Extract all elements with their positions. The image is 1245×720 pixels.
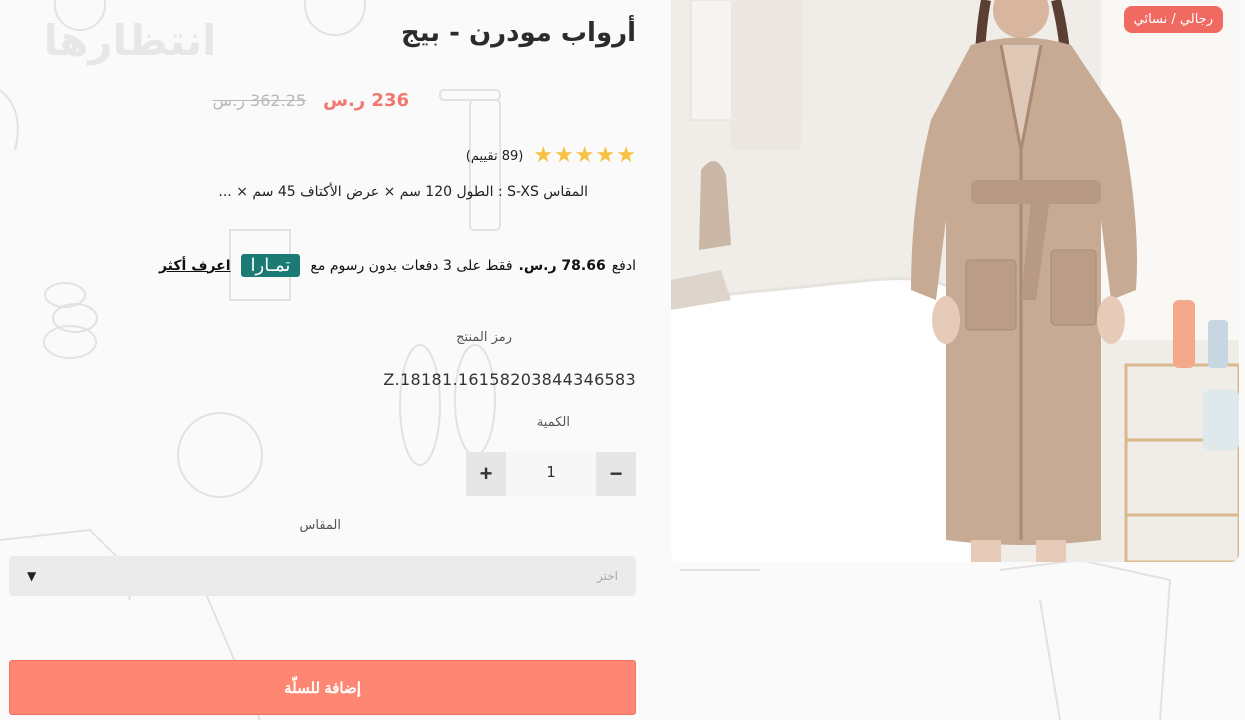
price-block: 236 ر.س 362.25 ر.س [213, 90, 409, 111]
learn-more-link[interactable]: اعرف أكثر [159, 258, 231, 274]
add-to-cart-button[interactable]: إضافة للسلّة [9, 660, 636, 715]
product-title: أرواب مودرن - بيج [400, 18, 636, 48]
rating[interactable]: ★ ★ ★ ★ ★ (89 تقييم) [466, 145, 636, 167]
quantity-input[interactable]: 1 [506, 452, 596, 496]
tamara-amount: 78.66 ر.س. [518, 257, 606, 274]
category-breadcrumb[interactable]: رجالي / نسائي [1123, 6, 1223, 33]
sku-value: Z.18181.16158203844346583 [383, 370, 636, 389]
current-price: 236 ر.س [323, 90, 409, 111]
size-placeholder: اختر [597, 569, 618, 583]
quantity-stepper: + 1 − [466, 452, 636, 496]
tamara-logo: تمـارا [240, 254, 301, 277]
star-icon: ★ [533, 143, 554, 168]
product-image[interactable]: رجالي / نسائي [671, 0, 1239, 562]
rating-stars: ★ ★ ★ ★ ★ [533, 145, 636, 167]
star-icon: ★ [574, 143, 595, 168]
size-select[interactable]: اختر ▼ [9, 556, 636, 596]
watermark-text: انتظارها [43, 16, 216, 65]
sku-label: رمز المنتج [456, 330, 512, 345]
chevron-down-icon: ▼ [27, 569, 37, 583]
size-label: المقاس [299, 518, 342, 533]
decrease-quantity-button[interactable]: − [596, 452, 636, 496]
star-icon: ★ [595, 143, 616, 168]
increase-quantity-button[interactable]: + [466, 452, 506, 496]
quantity-label: الكمية [536, 415, 570, 430]
tamara-suffix: فقط على 3 دفعات بدون رسوم مع [310, 257, 513, 274]
star-icon: ★ [616, 143, 636, 168]
product-description: المقاس S-XS : الطول 120 سم × عرض الأكتاف… [218, 184, 588, 200]
rating-count[interactable]: (89 تقييم) [466, 149, 524, 164]
star-icon: ★ [554, 143, 574, 168]
tamara-installments: ادفع 78.66 ر.س. فقط على 3 دفعات بدون رسو… [159, 254, 636, 277]
tamara-prefix: ادفع [611, 257, 636, 274]
original-price: 362.25 ر.س [212, 91, 307, 110]
